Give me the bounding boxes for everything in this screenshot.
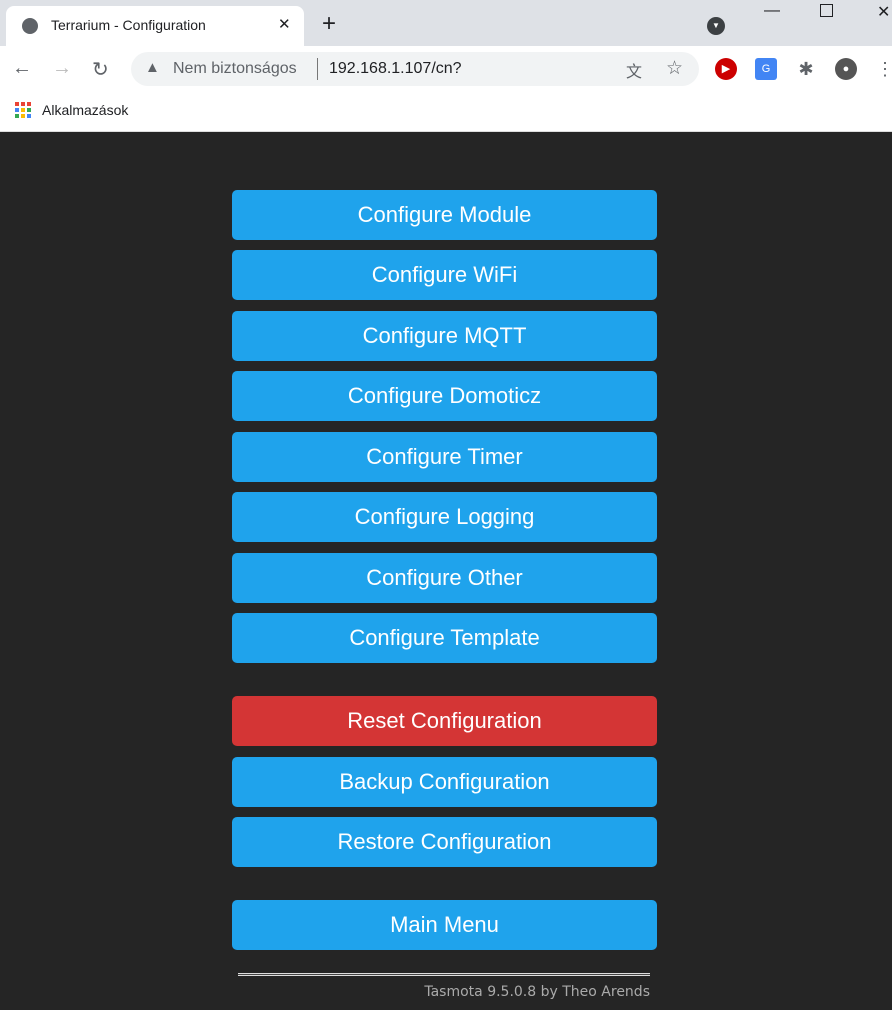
translate-icon[interactable]: 文 bbox=[626, 58, 642, 82]
configure-other-button[interactable]: Configure Other bbox=[232, 553, 657, 603]
forward-icon[interactable]: → bbox=[52, 57, 72, 80]
restore-configuration-button[interactable]: Restore Configuration bbox=[232, 817, 657, 867]
url-text[interactable]: 192.168.1.107/cn? bbox=[329, 60, 462, 78]
configure-template-button[interactable]: Configure Template bbox=[232, 613, 657, 663]
tab-search-icon[interactable]: ▼ bbox=[707, 17, 725, 35]
menu-kebab-icon[interactable]: ⋮ bbox=[876, 58, 892, 80]
browser-toolbar: ← → ↻ ▲ Nem biztonságos 192.168.1.107/cn… bbox=[0, 46, 892, 92]
address-bar[interactable]: ▲ Nem biztonságos 192.168.1.107/cn? 文 ☆ bbox=[131, 52, 699, 86]
configure-mqtt-button[interactable]: Configure MQTT bbox=[232, 311, 657, 361]
warning-icon: ▲ bbox=[145, 59, 160, 76]
extensions-puzzle-icon[interactable]: ✱ bbox=[795, 58, 817, 80]
browser-tab[interactable]: Terrarium - Configuration ✕ bbox=[6, 6, 304, 46]
bookmark-star-icon[interactable]: ☆ bbox=[666, 57, 683, 80]
configure-timer-button[interactable]: Configure Timer bbox=[232, 432, 657, 482]
security-label[interactable]: Nem biztonságos bbox=[173, 60, 297, 78]
play-extension-icon[interactable]: ▶ bbox=[715, 58, 737, 80]
back-icon[interactable]: ← bbox=[12, 57, 32, 80]
google-translate-extension-icon[interactable]: G bbox=[755, 58, 777, 80]
reload-icon[interactable]: ↻ bbox=[92, 57, 109, 82]
bookmarks-bar: Alkalmazások bbox=[0, 92, 892, 132]
globe-icon bbox=[22, 18, 38, 34]
tab-title: Terrarium - Configuration bbox=[51, 17, 206, 33]
window-close-icon[interactable]: ✕ bbox=[877, 2, 890, 22]
minimize-icon[interactable]: — bbox=[764, 2, 780, 20]
apps-grid-icon[interactable] bbox=[15, 102, 31, 118]
new-tab-icon[interactable]: + bbox=[322, 10, 336, 38]
divider bbox=[317, 58, 318, 80]
reset-configuration-button[interactable]: Reset Configuration bbox=[232, 696, 657, 746]
configure-wifi-button[interactable]: Configure WiFi bbox=[232, 250, 657, 300]
profile-avatar[interactable]: ● bbox=[835, 58, 857, 80]
footer-version: Tasmota 9.5.0.8 by Theo Arends bbox=[424, 984, 650, 1000]
backup-configuration-button[interactable]: Backup Configuration bbox=[232, 757, 657, 807]
tab-bar: Terrarium - Configuration ✕ + ▼ — ✕ bbox=[0, 0, 892, 46]
maximize-icon[interactable] bbox=[820, 4, 833, 17]
configure-domoticz-button[interactable]: Configure Domoticz bbox=[232, 371, 657, 421]
bookmark-apps[interactable]: Alkalmazások bbox=[42, 102, 128, 118]
configure-logging-button[interactable]: Configure Logging bbox=[232, 492, 657, 542]
main-menu-button[interactable]: Main Menu bbox=[232, 900, 657, 950]
close-tab-icon[interactable]: ✕ bbox=[278, 15, 291, 33]
footer-divider bbox=[238, 973, 650, 976]
configure-module-button[interactable]: Configure Module bbox=[232, 190, 657, 240]
